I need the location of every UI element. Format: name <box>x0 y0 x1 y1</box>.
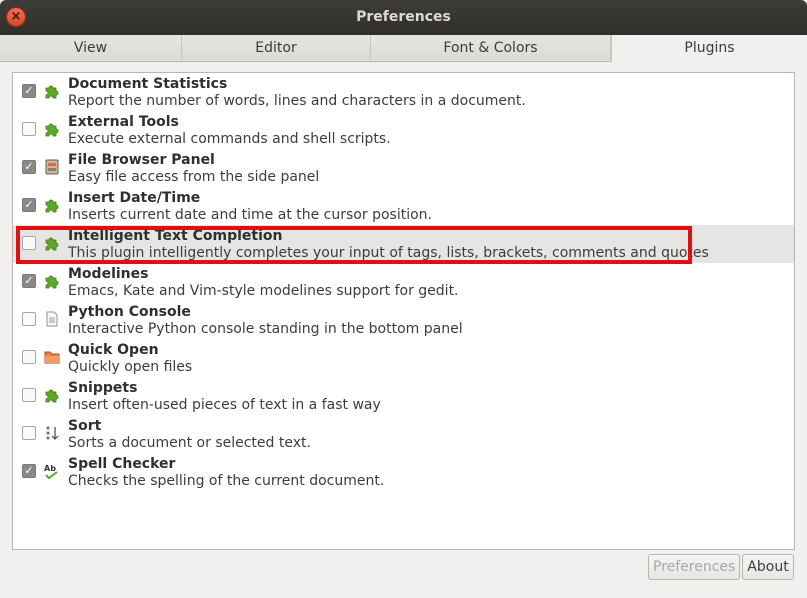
plugin-description: Report the number of words, lines and ch… <box>68 93 526 109</box>
plugin-checkbox[interactable] <box>22 388 36 402</box>
about-button[interactable]: About <box>742 554 794 580</box>
plugin-description: Sorts a document or selected text. <box>68 435 311 451</box>
title-bar: × Preferences <box>0 0 807 35</box>
tab-editor[interactable]: Editor <box>182 35 371 60</box>
plugin-checkbox[interactable] <box>22 350 36 364</box>
plugin-checkbox[interactable]: ✓ <box>22 84 36 98</box>
plugin-description: Quickly open files <box>68 359 193 375</box>
document-icon <box>43 310 61 328</box>
plugin-description: Inserts current date and time at the cur… <box>68 207 432 223</box>
plugin-row[interactable]: Intelligent Text Completion This plugin i… <box>13 225 794 263</box>
plugin-row[interactable]: Snippets Insert often-used pieces of text… <box>13 377 794 415</box>
puzzle-icon <box>43 272 61 290</box>
plugin-description: Execute external commands and shell scri… <box>68 131 391 147</box>
plugin-description: Emacs, Kate and Vim-style modelines supp… <box>68 283 459 299</box>
plugin-list[interactable]: ✓ Document Statistics Report the number of… <box>12 72 795 550</box>
puzzle-icon <box>43 120 61 138</box>
plugin-row[interactable]: External Tools Execute external commands … <box>13 111 794 149</box>
folder-icon <box>43 348 61 366</box>
plugin-name: Document Statistics <box>68 76 228 92</box>
plugin-row[interactable]: ✓ Ab Spell Checker Checks the spelling of t… <box>13 453 794 491</box>
plugin-row[interactable]: ✓ Modelines Emacs, Kate and Vim-style mode… <box>13 263 794 301</box>
plugin-name: Snippets <box>68 380 138 396</box>
plugin-name: Quick Open <box>68 342 159 358</box>
plugin-description: Interactive Python console standing in t… <box>68 321 463 337</box>
plugin-description: This plugin intelligently completes your… <box>68 245 709 261</box>
plugin-name: External Tools <box>68 114 179 130</box>
plugin-name: Spell Checker <box>68 456 176 472</box>
plugin-description: Checks the spelling of the current docum… <box>68 473 385 489</box>
spellcheck-icon: Ab <box>43 462 61 480</box>
plugin-description: Easy file access from the side panel <box>68 169 320 185</box>
plugin-name: Python Console <box>68 304 191 320</box>
plugin-row[interactable]: ✓ Insert Date/Time Inserts current date an… <box>13 187 794 225</box>
tab-font-colors[interactable]: Font & Colors <box>371 35 611 60</box>
plugin-row[interactable]: ✓ File Browser Panel Easy file access from… <box>13 149 794 187</box>
file-cabinet-icon <box>43 158 61 176</box>
svg-text:Ab: Ab <box>44 464 56 473</box>
window-title: Preferences <box>356 9 451 25</box>
plugin-row[interactable]: ✓ Document Statistics Report the number of… <box>13 73 794 111</box>
plugin-checkbox[interactable]: ✓ <box>22 198 36 212</box>
sort-icon <box>43 424 61 442</box>
plugin-name: Sort <box>68 418 102 434</box>
plugin-name: Insert Date/Time <box>68 190 201 206</box>
plugin-row[interactable]: Sort Sorts a document or selected text. <box>13 415 794 453</box>
plugin-name: Intelligent Text Completion <box>68 228 283 244</box>
plugin-name: Modelines <box>68 266 149 282</box>
tab-plugins[interactable]: Plugins <box>611 35 807 62</box>
tab-view[interactable]: View <box>0 35 182 60</box>
plugin-checkbox[interactable]: ✓ <box>22 274 36 288</box>
plugin-checkbox[interactable] <box>22 426 36 440</box>
plugin-checkbox[interactable]: ✓ <box>22 160 36 174</box>
puzzle-icon <box>43 196 61 214</box>
plugin-description: Insert often-used pieces of text in a fa… <box>68 397 381 413</box>
plugin-checkbox[interactable]: ✓ <box>22 464 36 478</box>
plugin-name: File Browser Panel <box>68 152 215 168</box>
preferences-button[interactable]: Preferences <box>648 554 740 580</box>
plugin-checkbox[interactable] <box>22 312 36 326</box>
plugin-checkbox[interactable] <box>22 122 36 136</box>
puzzle-icon <box>43 386 61 404</box>
tab-bar: View Editor Font & Colors Plugins <box>0 35 807 62</box>
puzzle-icon <box>43 82 61 100</box>
plugin-checkbox[interactable] <box>22 236 36 250</box>
puzzle-icon <box>43 234 61 252</box>
plugin-row[interactable]: Python Console Interactive Python console… <box>13 301 794 339</box>
plugin-row[interactable]: Quick Open Quickly open files <box>13 339 794 377</box>
